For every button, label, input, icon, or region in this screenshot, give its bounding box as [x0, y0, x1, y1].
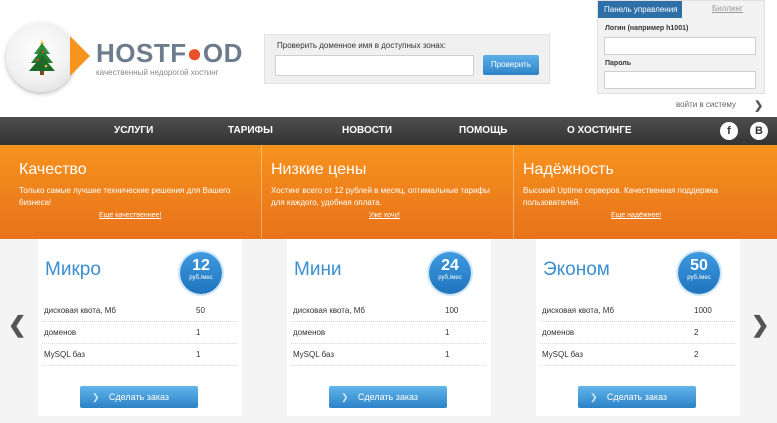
domain-check-box: Проверить доменное имя в доступных зонах… [264, 34, 550, 84]
order-button-label: Сделать заказ [108, 392, 170, 402]
feature-title: Надёжность [523, 161, 614, 178]
login-label: Логин (например h1001) [605, 25, 689, 32]
plan-card-mini: Мини 24 руб./мес дисковая квота, Мб 100 … [287, 239, 491, 416]
spec-name: MySQL баз [293, 350, 335, 359]
login-field[interactable] [604, 37, 756, 55]
feature-text: Высокий Uptime серверов. Качественная по… [523, 186, 718, 207]
spec-name: MySQL баз [44, 350, 86, 359]
chevron-left-icon[interactable]: ❮ [8, 312, 26, 338]
plan-card-econom: Эконом 50 руб./мес дисковая квота, Мб 10… [536, 239, 740, 416]
logo-plate[interactable] [6, 22, 76, 92]
price-value: 50 [690, 257, 708, 274]
nav-item-about[interactable]: О ХОСТИНГЕ [567, 117, 632, 145]
spec-value: 1 [196, 350, 201, 359]
plan-title: Мини [294, 259, 342, 280]
check-domain-button[interactable]: Проверить [483, 55, 539, 75]
nav-item-tariffs[interactable]: ТАРИФЫ [228, 117, 273, 145]
spec-row: MySQL баз 1 [291, 344, 486, 366]
spec-value: 100 [445, 306, 459, 315]
password-label: Пароль [605, 60, 632, 67]
chevron-right-icon: ❯ [92, 392, 100, 402]
order-button-label: Сделать заказ [606, 392, 668, 402]
spec-value: 1 [445, 328, 450, 337]
spec-row: дисковая квота, Мб 1000 [540, 300, 735, 322]
plan-title: Эконом [543, 259, 610, 280]
vkontakte-icon[interactable]: B [750, 122, 768, 140]
nav-item-help[interactable]: ПОМОЩЬ [459, 117, 507, 145]
order-button[interactable]: ❯ Сделать заказ [80, 386, 198, 408]
tab-control-panel[interactable]: Панель управления [598, 1, 682, 18]
price-value: 12 [192, 257, 210, 274]
order-button-label: Сделать заказ [357, 392, 419, 402]
feature-link[interactable]: Еще качественнее! [99, 212, 161, 219]
feature-divider [261, 145, 262, 239]
domain-input[interactable] [275, 55, 474, 76]
order-button[interactable]: ❯ Сделать заказ [329, 386, 447, 408]
login-link[interactable]: войти в систему [676, 100, 736, 109]
tab-billing[interactable]: Биллинг [712, 4, 743, 13]
plan-title: Микро [45, 259, 101, 280]
feature-reliability: Надёжность Высокий Uptime серверов. Каче… [523, 145, 763, 239]
spec-row: доменов 1 [42, 322, 237, 344]
spec-value: 1000 [694, 306, 712, 315]
feature-divider [513, 145, 514, 239]
price-unit: руб./мес [687, 275, 711, 281]
price-badge: 24 руб./мес [429, 252, 471, 294]
logo-tomato-icon: ● [186, 38, 203, 68]
spec-name: дисковая квота, Мб [44, 306, 116, 315]
spec-name: дисковая квота, Мб [542, 306, 614, 315]
christmas-tree-icon [29, 40, 55, 75]
logo-text[interactable]: HOSTF●OD [96, 38, 243, 69]
feature-quality: Качество Только самые лучшие технические… [19, 145, 259, 239]
spec-value: 2 [694, 350, 699, 359]
feature-prices: Низкие цены Хостинг всего от 12 рублей в… [271, 145, 511, 239]
spec-name: MySQL баз [542, 350, 584, 359]
nav-item-news[interactable]: НОВОСТИ [342, 117, 392, 145]
features-banner: Качество Только самые лучшие технические… [0, 145, 777, 239]
chevron-right-icon[interactable]: ❯ [751, 312, 769, 338]
spec-value: 50 [196, 306, 205, 315]
spec-value: 1 [445, 350, 450, 359]
page: HOSTF●OD качественный недорогой хостинг … [0, 0, 777, 423]
spec-name: дисковая квота, Мб [293, 306, 365, 315]
feature-title: Низкие цены [271, 161, 367, 178]
price-badge: 12 руб./мес [180, 252, 222, 294]
price-unit: руб./мес [189, 275, 213, 281]
spec-row: дисковая квота, Мб 100 [291, 300, 486, 322]
login-panel: Панель управления Биллинг Логин (наприме… [597, 0, 765, 94]
facebook-icon[interactable]: f [720, 122, 738, 140]
plan-card-micro: Микро 12 руб./мес дисковая квота, Мб 50 … [38, 239, 242, 416]
spec-name: доменов [44, 328, 77, 337]
feature-text: Хостинг всего от 12 рублей в месяц, опти… [271, 186, 490, 207]
spec-row: доменов 2 [540, 322, 735, 344]
logo-arrow-shape [70, 36, 90, 76]
chevron-right-icon: ❯ [341, 392, 349, 402]
main-nav: УСЛУГИ ТАРИФЫ НОВОСТИ ПОМОЩЬ О ХОСТИНГЕ … [0, 117, 777, 145]
feature-text: Только самые лучшие технические решения … [19, 186, 231, 207]
spec-row: доменов 1 [291, 322, 486, 344]
spec-row: MySQL баз 2 [540, 344, 735, 366]
chevron-right-icon[interactable]: ❯ [754, 99, 763, 112]
feature-link[interactable]: Еще надёжнее! [611, 212, 661, 219]
spec-row: дисковая квота, Мб 50 [42, 300, 237, 322]
feature-title: Качество [19, 161, 87, 178]
order-button[interactable]: ❯ Сделать заказ [578, 386, 696, 408]
price-value: 24 [441, 257, 459, 274]
price-unit: руб./мес [438, 275, 462, 281]
logo-tagline: качественный недорогой хостинг [96, 68, 219, 77]
spec-value: 1 [196, 328, 201, 337]
chevron-right-icon: ❯ [590, 392, 598, 402]
password-field[interactable] [604, 71, 756, 89]
nav-item-services[interactable]: УСЛУГИ [114, 117, 153, 145]
domain-check-label: Проверить доменное имя в доступных зонах… [277, 41, 446, 50]
spec-row: MySQL баз 1 [42, 344, 237, 366]
feature-link[interactable]: Уже хочу! [369, 212, 400, 219]
price-badge: 50 руб./мес [678, 252, 720, 294]
spec-value: 2 [694, 328, 699, 337]
spec-name: доменов [542, 328, 575, 337]
spec-name: доменов [293, 328, 326, 337]
